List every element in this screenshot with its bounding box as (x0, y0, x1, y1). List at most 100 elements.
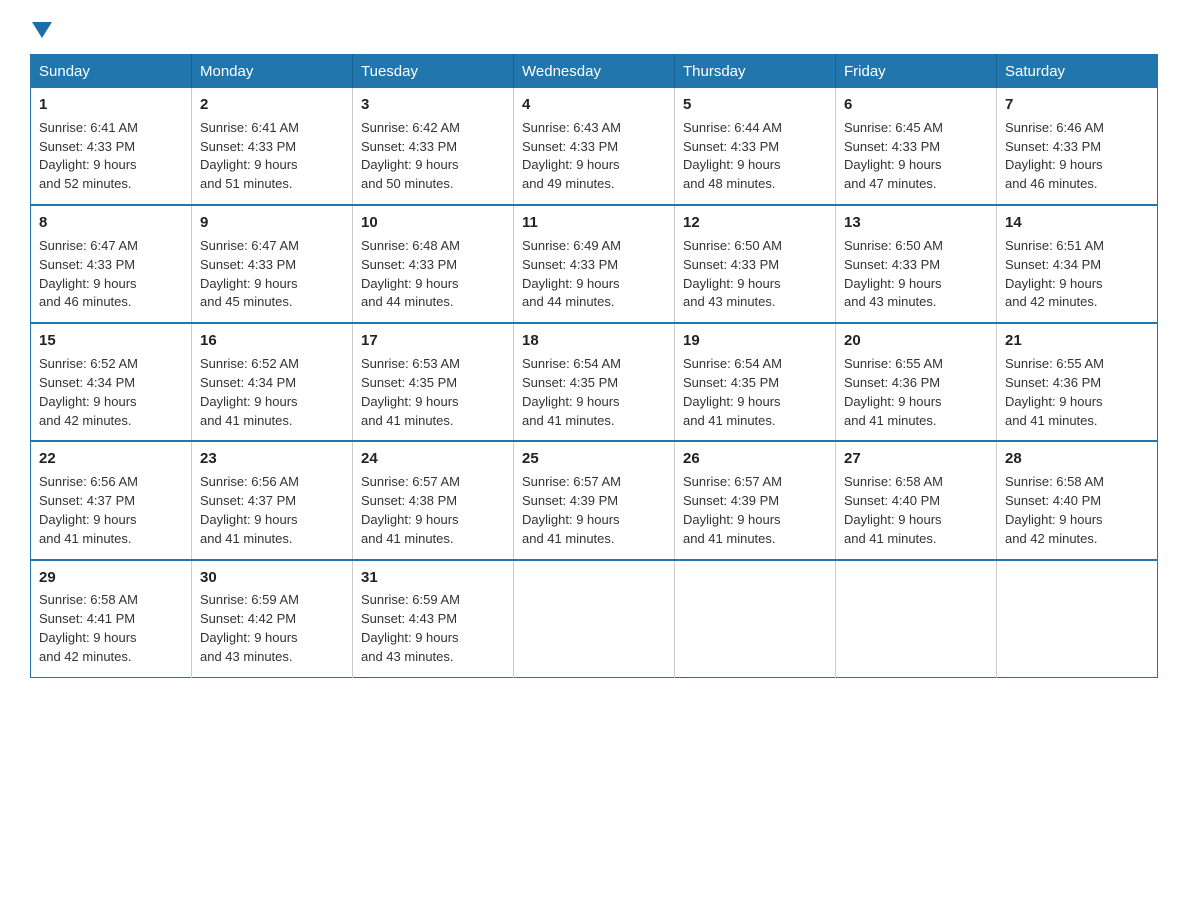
day-number: 3 (361, 94, 505, 116)
day-info: Sunrise: 6:57 AM Sunset: 4:38 PM Dayligh… (361, 473, 505, 548)
calendar-cell: 26 Sunrise: 6:57 AM Sunset: 4:39 PM Dayl… (675, 441, 836, 559)
day-info: Sunrise: 6:47 AM Sunset: 4:33 PM Dayligh… (200, 237, 344, 312)
calendar-cell: 8 Sunrise: 6:47 AM Sunset: 4:33 PM Dayli… (31, 205, 192, 323)
logo (30, 20, 52, 36)
day-header-saturday: Saturday (997, 55, 1158, 89)
calendar-cell (997, 560, 1158, 678)
calendar-cell: 13 Sunrise: 6:50 AM Sunset: 4:33 PM Dayl… (836, 205, 997, 323)
day-number: 16 (200, 330, 344, 352)
day-number: 31 (361, 567, 505, 589)
day-info: Sunrise: 6:44 AM Sunset: 4:33 PM Dayligh… (683, 119, 827, 194)
day-number: 1 (39, 94, 183, 116)
day-number: 27 (844, 448, 988, 470)
calendar-cell: 12 Sunrise: 6:50 AM Sunset: 4:33 PM Dayl… (675, 205, 836, 323)
day-number: 2 (200, 94, 344, 116)
day-info: Sunrise: 6:49 AM Sunset: 4:33 PM Dayligh… (522, 237, 666, 312)
calendar-week-row: 29 Sunrise: 6:58 AM Sunset: 4:41 PM Dayl… (31, 560, 1158, 678)
calendar-cell: 17 Sunrise: 6:53 AM Sunset: 4:35 PM Dayl… (353, 323, 514, 441)
calendar-cell: 15 Sunrise: 6:52 AM Sunset: 4:34 PM Dayl… (31, 323, 192, 441)
day-info: Sunrise: 6:51 AM Sunset: 4:34 PM Dayligh… (1005, 237, 1149, 312)
day-number: 24 (361, 448, 505, 470)
page-header (30, 20, 1158, 36)
calendar-cell (675, 560, 836, 678)
day-number: 12 (683, 212, 827, 234)
calendar-cell: 27 Sunrise: 6:58 AM Sunset: 4:40 PM Dayl… (836, 441, 997, 559)
day-number: 23 (200, 448, 344, 470)
day-number: 13 (844, 212, 988, 234)
calendar-cell: 29 Sunrise: 6:58 AM Sunset: 4:41 PM Dayl… (31, 560, 192, 678)
day-number: 17 (361, 330, 505, 352)
day-number: 26 (683, 448, 827, 470)
day-header-wednesday: Wednesday (514, 55, 675, 89)
day-info: Sunrise: 6:52 AM Sunset: 4:34 PM Dayligh… (200, 355, 344, 430)
logo-arrow-icon (32, 22, 52, 38)
day-info: Sunrise: 6:58 AM Sunset: 4:40 PM Dayligh… (844, 473, 988, 548)
day-info: Sunrise: 6:42 AM Sunset: 4:33 PM Dayligh… (361, 119, 505, 194)
day-number: 9 (200, 212, 344, 234)
day-info: Sunrise: 6:57 AM Sunset: 4:39 PM Dayligh… (683, 473, 827, 548)
calendar-cell: 18 Sunrise: 6:54 AM Sunset: 4:35 PM Dayl… (514, 323, 675, 441)
day-info: Sunrise: 6:59 AM Sunset: 4:43 PM Dayligh… (361, 591, 505, 666)
day-info: Sunrise: 6:58 AM Sunset: 4:40 PM Dayligh… (1005, 473, 1149, 548)
day-info: Sunrise: 6:52 AM Sunset: 4:34 PM Dayligh… (39, 355, 183, 430)
day-info: Sunrise: 6:57 AM Sunset: 4:39 PM Dayligh… (522, 473, 666, 548)
calendar-cell: 28 Sunrise: 6:58 AM Sunset: 4:40 PM Dayl… (997, 441, 1158, 559)
calendar-week-row: 8 Sunrise: 6:47 AM Sunset: 4:33 PM Dayli… (31, 205, 1158, 323)
day-info: Sunrise: 6:59 AM Sunset: 4:42 PM Dayligh… (200, 591, 344, 666)
day-number: 20 (844, 330, 988, 352)
day-number: 6 (844, 94, 988, 116)
calendar-cell: 7 Sunrise: 6:46 AM Sunset: 4:33 PM Dayli… (997, 88, 1158, 205)
calendar-week-row: 1 Sunrise: 6:41 AM Sunset: 4:33 PM Dayli… (31, 88, 1158, 205)
day-info: Sunrise: 6:54 AM Sunset: 4:35 PM Dayligh… (522, 355, 666, 430)
day-header-thursday: Thursday (675, 55, 836, 89)
day-header-friday: Friday (836, 55, 997, 89)
calendar-cell (836, 560, 997, 678)
day-header-tuesday: Tuesday (353, 55, 514, 89)
day-info: Sunrise: 6:47 AM Sunset: 4:33 PM Dayligh… (39, 237, 183, 312)
calendar-cell: 24 Sunrise: 6:57 AM Sunset: 4:38 PM Dayl… (353, 441, 514, 559)
day-number: 22 (39, 448, 183, 470)
day-number: 4 (522, 94, 666, 116)
calendar-cell: 14 Sunrise: 6:51 AM Sunset: 4:34 PM Dayl… (997, 205, 1158, 323)
day-number: 7 (1005, 94, 1149, 116)
day-number: 29 (39, 567, 183, 589)
day-number: 10 (361, 212, 505, 234)
day-number: 28 (1005, 448, 1149, 470)
day-number: 11 (522, 212, 666, 234)
calendar-cell: 19 Sunrise: 6:54 AM Sunset: 4:35 PM Dayl… (675, 323, 836, 441)
day-info: Sunrise: 6:55 AM Sunset: 4:36 PM Dayligh… (844, 355, 988, 430)
calendar-week-row: 15 Sunrise: 6:52 AM Sunset: 4:34 PM Dayl… (31, 323, 1158, 441)
day-info: Sunrise: 6:46 AM Sunset: 4:33 PM Dayligh… (1005, 119, 1149, 194)
day-number: 15 (39, 330, 183, 352)
calendar-cell: 10 Sunrise: 6:48 AM Sunset: 4:33 PM Dayl… (353, 205, 514, 323)
day-info: Sunrise: 6:48 AM Sunset: 4:33 PM Dayligh… (361, 237, 505, 312)
day-info: Sunrise: 6:53 AM Sunset: 4:35 PM Dayligh… (361, 355, 505, 430)
calendar-cell: 11 Sunrise: 6:49 AM Sunset: 4:33 PM Dayl… (514, 205, 675, 323)
day-number: 18 (522, 330, 666, 352)
day-info: Sunrise: 6:55 AM Sunset: 4:36 PM Dayligh… (1005, 355, 1149, 430)
calendar-cell: 31 Sunrise: 6:59 AM Sunset: 4:43 PM Dayl… (353, 560, 514, 678)
day-number: 5 (683, 94, 827, 116)
calendar-cell: 21 Sunrise: 6:55 AM Sunset: 4:36 PM Dayl… (997, 323, 1158, 441)
day-info: Sunrise: 6:54 AM Sunset: 4:35 PM Dayligh… (683, 355, 827, 430)
calendar-week-row: 22 Sunrise: 6:56 AM Sunset: 4:37 PM Dayl… (31, 441, 1158, 559)
day-info: Sunrise: 6:45 AM Sunset: 4:33 PM Dayligh… (844, 119, 988, 194)
day-info: Sunrise: 6:50 AM Sunset: 4:33 PM Dayligh… (844, 237, 988, 312)
calendar-cell: 30 Sunrise: 6:59 AM Sunset: 4:42 PM Dayl… (192, 560, 353, 678)
day-info: Sunrise: 6:56 AM Sunset: 4:37 PM Dayligh… (200, 473, 344, 548)
calendar-cell: 1 Sunrise: 6:41 AM Sunset: 4:33 PM Dayli… (31, 88, 192, 205)
day-header-sunday: Sunday (31, 55, 192, 89)
calendar-cell: 23 Sunrise: 6:56 AM Sunset: 4:37 PM Dayl… (192, 441, 353, 559)
calendar-cell: 22 Sunrise: 6:56 AM Sunset: 4:37 PM Dayl… (31, 441, 192, 559)
calendar-cell: 16 Sunrise: 6:52 AM Sunset: 4:34 PM Dayl… (192, 323, 353, 441)
day-info: Sunrise: 6:41 AM Sunset: 4:33 PM Dayligh… (39, 119, 183, 194)
day-number: 21 (1005, 330, 1149, 352)
calendar-cell: 4 Sunrise: 6:43 AM Sunset: 4:33 PM Dayli… (514, 88, 675, 205)
day-info: Sunrise: 6:50 AM Sunset: 4:33 PM Dayligh… (683, 237, 827, 312)
calendar-header-row: SundayMondayTuesdayWednesdayThursdayFrid… (31, 55, 1158, 89)
day-header-monday: Monday (192, 55, 353, 89)
calendar-cell: 5 Sunrise: 6:44 AM Sunset: 4:33 PM Dayli… (675, 88, 836, 205)
day-number: 25 (522, 448, 666, 470)
calendar-cell: 3 Sunrise: 6:42 AM Sunset: 4:33 PM Dayli… (353, 88, 514, 205)
calendar-cell (514, 560, 675, 678)
